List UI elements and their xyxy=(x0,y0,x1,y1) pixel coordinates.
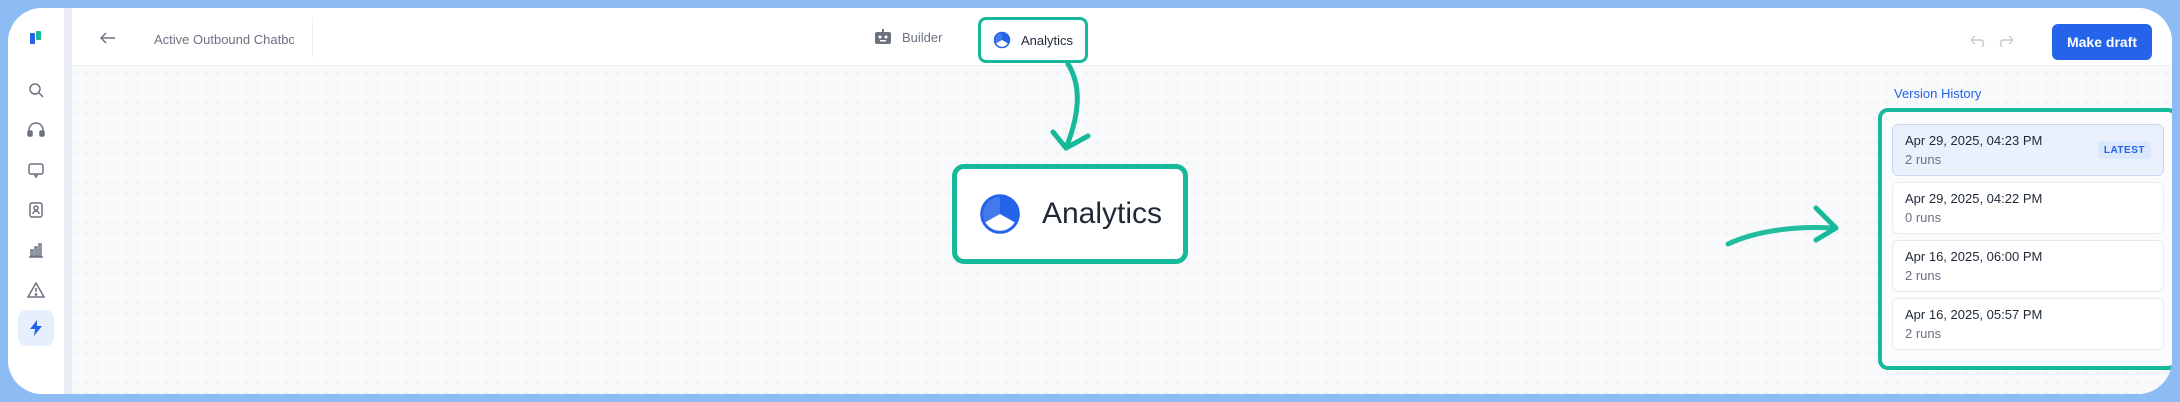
warning-icon[interactable] xyxy=(20,274,52,306)
top-bar: Active Outbound Chatbo Builder Analytics xyxy=(72,8,2172,66)
search-icon[interactable] xyxy=(20,74,52,106)
logo-icon[interactable] xyxy=(20,22,52,54)
contact-icon[interactable] xyxy=(20,194,52,226)
back-arrow-icon[interactable] xyxy=(96,26,120,50)
version-date: Apr 16, 2025, 06:00 PM xyxy=(1905,249,2043,264)
analytics-callout: Analytics xyxy=(952,164,1188,264)
redo-icon[interactable] xyxy=(1996,34,2014,48)
tab-builder-label: Builder xyxy=(902,29,943,45)
chat-icon[interactable] xyxy=(20,154,52,186)
version-history-title: Version History xyxy=(1894,86,1982,101)
sidebar-divider xyxy=(64,8,72,394)
tab-analytics-label: Analytics xyxy=(1020,32,1074,48)
pie-chart-icon xyxy=(980,194,1020,234)
canvas-area[interactable]: Active Outbound Chatbo Builder Analytics xyxy=(72,8,2172,394)
version-item[interactable]: Apr 29, 2025, 04:22 PM 0 runs xyxy=(1892,182,2164,234)
headset-icon[interactable] xyxy=(20,114,52,146)
version-runs: 2 runs xyxy=(1905,326,1942,341)
callout-label: Analytics xyxy=(1041,197,1163,230)
sidebar xyxy=(8,8,64,394)
version-item[interactable]: Apr 16, 2025, 06:00 PM 2 runs xyxy=(1892,240,2164,292)
version-history-panel: Apr 29, 2025, 04:23 PM 2 runs LATEST Apr… xyxy=(1878,108,2172,370)
lightning-icon[interactable] xyxy=(18,310,54,346)
version-date: Apr 29, 2025, 04:22 PM xyxy=(1905,191,2043,206)
title-divider xyxy=(312,18,313,58)
version-date: Apr 16, 2025, 05:57 PM xyxy=(1905,307,2043,322)
version-item[interactable]: Apr 29, 2025, 04:23 PM 2 runs LATEST xyxy=(1892,124,2164,176)
bar-chart-icon[interactable] xyxy=(20,234,52,266)
latest-badge: LATEST xyxy=(2097,141,2151,159)
undo-icon[interactable] xyxy=(1970,34,1988,48)
version-runs: 0 runs xyxy=(1905,210,1942,225)
robot-icon xyxy=(875,29,891,44)
app-frame: Active Outbound Chatbo Builder Analytics xyxy=(8,8,2172,394)
tab-analytics[interactable]: Analytics xyxy=(978,17,1088,63)
version-item[interactable]: Apr 16, 2025, 05:57 PM 2 runs xyxy=(1892,298,2164,350)
flow-title[interactable]: Active Outbound Chatbo xyxy=(154,32,294,52)
tab-builder[interactable]: Builder xyxy=(864,20,952,54)
make-draft-button[interactable]: Make draft xyxy=(2052,24,2152,60)
pie-chart-icon xyxy=(993,31,1011,49)
version-runs: 2 runs xyxy=(1905,268,1942,283)
